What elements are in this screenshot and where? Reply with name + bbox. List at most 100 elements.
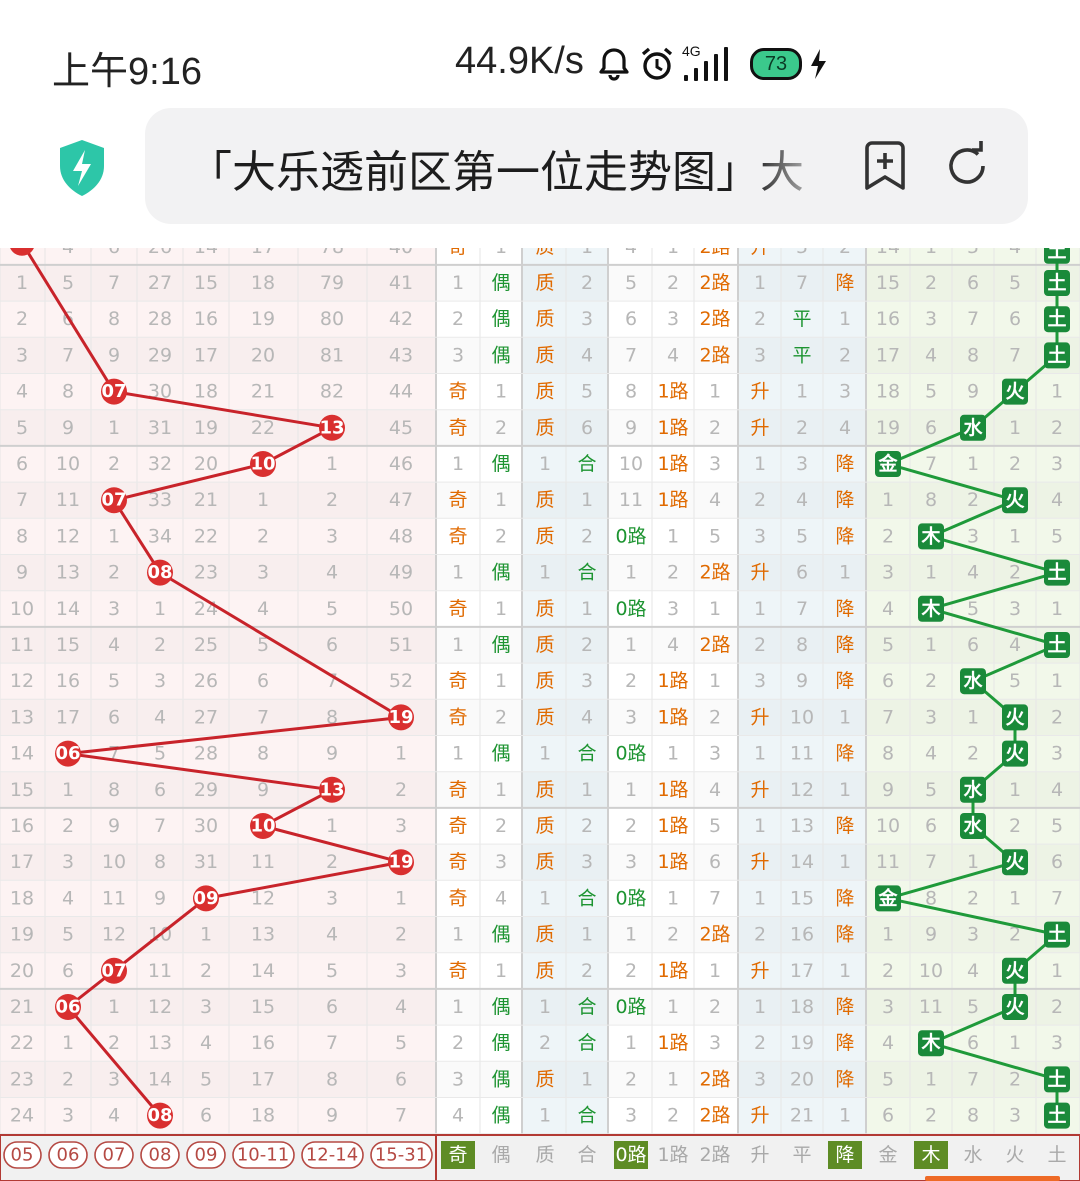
footer-label: 降 — [835, 1144, 854, 1166]
bookmark-add-icon[interactable] — [860, 140, 910, 192]
table-cell: 6 — [967, 634, 979, 656]
table-cell: 1 — [539, 743, 551, 765]
table-cell: 31 — [148, 417, 172, 439]
table-cell: 1 — [709, 670, 721, 692]
table-cell: 2路 — [699, 924, 730, 946]
table-cell: 2 — [395, 779, 407, 801]
table-cell: 2 — [257, 525, 269, 547]
footer-label: 土 — [1047, 1144, 1066, 1166]
table-cell: 6 — [967, 272, 979, 294]
table-cell: 44 — [389, 381, 413, 403]
table-cell: 1 — [581, 248, 593, 258]
red-ball-label: 08 — [147, 562, 172, 583]
table-cell: 4 — [16, 381, 28, 403]
table-cell: 18 — [194, 381, 218, 403]
table-cell: 13 — [790, 815, 814, 837]
table-cell: 8 — [925, 489, 937, 511]
wuxing-ball-label: 火 — [1005, 706, 1025, 728]
table-cell: 15 — [790, 887, 814, 909]
table-cell: 14 — [876, 248, 900, 258]
table-cell: 1 — [539, 1105, 551, 1127]
table-cell: 7 — [967, 1068, 979, 1090]
table-cell: 5 — [796, 525, 808, 547]
red-ball-label: 06 — [55, 997, 80, 1018]
table-cell: 46 — [389, 453, 413, 475]
table-cell: 6 — [709, 851, 721, 873]
table-cell: 偶 — [491, 1032, 510, 1054]
table-cell: 4 — [667, 634, 679, 656]
table-cell: 1 — [1009, 1032, 1021, 1054]
table-cell: 1 — [1009, 417, 1021, 439]
red-ball-label: 07 — [101, 490, 126, 511]
shield-lightning-icon[interactable] — [54, 138, 110, 198]
wuxing-ball-label: 土 — [1047, 344, 1066, 366]
table-cell: 5 — [62, 924, 74, 946]
table-cell: 3 — [395, 815, 407, 837]
wuxing-ball-label: 土 — [1047, 924, 1066, 946]
table-cell: 质 — [535, 417, 554, 439]
table-cell: 6 — [1051, 851, 1063, 873]
table-cell: 47 — [389, 489, 413, 511]
table-cell: 奇 — [448, 417, 467, 439]
table-cell: 1 — [108, 996, 120, 1018]
table-cell: 奇 — [448, 670, 467, 692]
page-title[interactable]: 「大乐透前区第一位走势图」大 — [188, 136, 828, 200]
table-cell: 7 — [1009, 344, 1021, 366]
table-cell: 29 — [194, 779, 218, 801]
table-cell: 6 — [925, 815, 937, 837]
table-cell: 升 — [750, 562, 769, 584]
footer-label: 12-14 — [306, 1145, 358, 1166]
table-cell: 2 — [581, 815, 593, 837]
table-cell: 8 — [326, 1068, 338, 1090]
table-cell: 41 — [389, 272, 413, 294]
table-cell: 1 — [625, 1032, 637, 1054]
table-cell: 1路 — [657, 815, 688, 837]
table-cell: 2路 — [699, 1105, 730, 1127]
table-cell: 2 — [108, 1032, 120, 1054]
table-cell: 质 — [535, 1068, 554, 1090]
table-cell: 5 — [967, 598, 979, 620]
table-cell: 质 — [535, 489, 554, 511]
table-cell: 17 — [790, 960, 814, 982]
table-cell: 1 — [495, 598, 507, 620]
table-cell: 7 — [16, 489, 28, 511]
table-cell: 4 — [667, 344, 679, 366]
table-cell: 1 — [667, 887, 679, 909]
table-cell: 1 — [839, 706, 851, 728]
wuxing-ball-label: 木 — [920, 1031, 941, 1054]
table-cell: 5 — [1051, 525, 1063, 547]
table-cell: 1 — [709, 598, 721, 620]
table-cell: 2 — [967, 489, 979, 511]
red-ball-label: 13 — [319, 417, 344, 438]
table-cell: 偶 — [491, 743, 510, 765]
reload-icon[interactable] — [942, 140, 992, 192]
table-cell: 1 — [754, 996, 766, 1018]
table-cell: 3 — [967, 525, 979, 547]
table-cell: 7 — [257, 706, 269, 728]
table-cell: 5 — [967, 248, 979, 258]
table-cell: 质 — [535, 706, 554, 728]
footer-label: 08 — [149, 1145, 172, 1166]
table-cell: 18 — [876, 381, 900, 403]
table-cell: 4 — [1009, 248, 1021, 258]
table-cell: 2 — [1051, 706, 1063, 728]
table-cell: 1 — [108, 417, 120, 439]
table-cell: 奇 — [448, 489, 467, 511]
footer-label: 金 — [878, 1144, 897, 1166]
table-cell: 合 — [577, 743, 596, 765]
table-cell: 31 — [194, 851, 218, 873]
table-cell: 11 — [56, 489, 80, 511]
table-cell: 1 — [1051, 381, 1063, 403]
table-cell: 8 — [108, 779, 120, 801]
table-cell: 2 — [495, 525, 507, 547]
wuxing-ball-label: 火 — [1005, 960, 1025, 982]
table-cell: 1 — [1009, 525, 1021, 547]
table-cell: 16 — [876, 308, 900, 330]
table-cell: 43 — [389, 344, 413, 366]
table-cell: 3 — [1009, 598, 1021, 620]
table-cell: 2 — [709, 706, 721, 728]
red-ball-label: 08 — [147, 1105, 172, 1126]
table-cell: 5 — [1009, 670, 1021, 692]
table-cell: 2 — [62, 815, 74, 837]
table-cell: 4 — [882, 1032, 894, 1054]
